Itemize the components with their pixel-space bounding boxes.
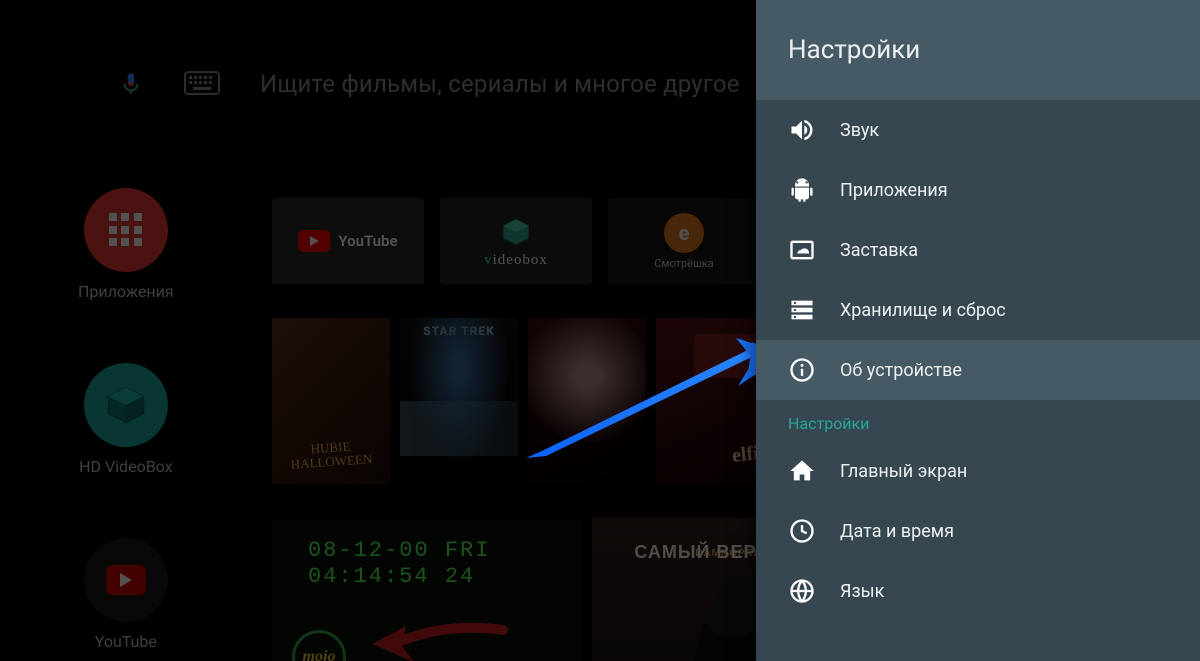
poster-startrek-title: STAR TREK: [400, 324, 518, 338]
settings-language[interactable]: Язык: [756, 561, 1200, 621]
rail-apps[interactable]: Приложения: [78, 188, 174, 301]
rail-videobox-label: HD VideoBox: [79, 457, 172, 476]
videobox-icon: [84, 363, 168, 447]
poster-startrek[interactable]: STAR TREK: [400, 318, 518, 484]
terminal-line-1: 08-12-00 FRI: [308, 538, 490, 563]
apps-icon: [84, 188, 168, 272]
youtube-icon: [84, 538, 168, 622]
poster-hubie[interactable]: HUBIE HALLOWEEN: [272, 318, 390, 484]
settings-sound-label: Звук: [840, 120, 879, 141]
app-rail: Приложения HD VideoBox YouTube: [78, 188, 174, 651]
android-icon: [788, 176, 816, 204]
settings-about[interactable]: Об устройстве: [756, 340, 1200, 400]
sound-icon: [788, 116, 816, 144]
settings-apps[interactable]: Приложения: [756, 160, 1200, 220]
poster-horror[interactable]: [528, 318, 646, 484]
settings-storage-label: Хранилище и сброс: [840, 300, 1006, 321]
settings-datetime-label: Дата и время: [840, 521, 954, 542]
settings-sound[interactable]: Звук: [756, 100, 1200, 160]
card-youtube-label: YouTube: [338, 232, 397, 250]
rail-youtube-label: YouTube: [95, 632, 157, 651]
youtube-badge-icon: [298, 230, 330, 252]
storage-icon: [788, 296, 816, 324]
card-smotreshka-label: Смотрёшка: [654, 257, 714, 270]
rail-videobox[interactable]: HD VideoBox: [79, 363, 172, 476]
settings-section-2: Настройки: [756, 400, 1200, 441]
settings-about-label: Об устройстве: [840, 360, 962, 381]
settings-screensaver[interactable]: Заставка: [756, 220, 1200, 280]
mic-icon[interactable]: [118, 71, 144, 97]
search-bar[interactable]: Ищите фильмы, сериалы и многое другое: [118, 70, 778, 98]
info-icon: [788, 356, 816, 384]
settings-storage[interactable]: Хранилище и сброс: [756, 280, 1200, 340]
terminal-line-2: 04:14:54 24: [308, 564, 475, 589]
card-youtube[interactable]: YouTube: [272, 198, 424, 284]
poster-hubie-title: HUBIE HALLOWEEN: [281, 437, 381, 471]
card-videobox[interactable]: videobox: [440, 198, 592, 284]
content-row-1: HUBIE HALLOWEEN STAR TREK elfie: [272, 318, 774, 484]
screensaver-icon: [788, 236, 816, 264]
settings-apps-label: Приложения: [840, 180, 948, 201]
mojo-badge-icon: mojo: [292, 630, 346, 661]
home-icon: [788, 457, 816, 485]
search-placeholder: Ищите фильмы, сериалы и многое другое: [260, 70, 740, 98]
videobox-card-icon: [498, 214, 534, 250]
settings-title: Настройки: [756, 0, 1200, 100]
globe-icon: [788, 577, 816, 605]
settings-screensaver-label: Заставка: [840, 240, 918, 261]
rail-apps-label: Приложения: [78, 282, 174, 301]
card-videobox-label: videobox: [484, 252, 548, 269]
rail-youtube[interactable]: YouTube: [84, 538, 168, 651]
clock-icon: [788, 517, 816, 545]
settings-datetime[interactable]: Дата и время: [756, 501, 1200, 561]
wide-poster-terminal[interactable]: 08-12-00 FRI 04:14:54 24 mojo: [272, 518, 582, 661]
keyboard-icon[interactable]: [184, 71, 220, 97]
settings-home-label: Главный экран: [840, 461, 967, 482]
card-smotreshka[interactable]: e Смотрёшка: [608, 198, 760, 284]
settings-home[interactable]: Главный экран: [756, 441, 1200, 501]
settings-panel: Настройки Звук Приложения Заставка Храни…: [756, 0, 1200, 661]
red-arrow-icon: [368, 622, 508, 661]
settings-language-label: Язык: [840, 581, 884, 602]
smotreshka-icon: e: [664, 213, 704, 253]
